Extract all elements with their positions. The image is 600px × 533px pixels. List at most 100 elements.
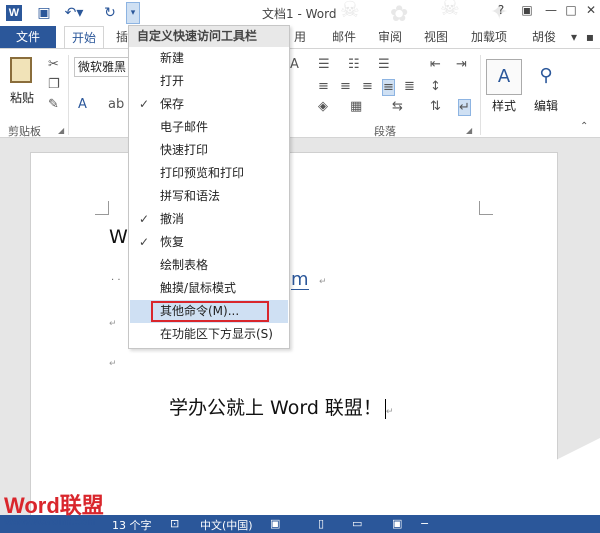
bullets-icon[interactable]: ☰ bbox=[318, 57, 330, 72]
menu-item-show-below-ribbon[interactable]: 在功能区下方显示(S) bbox=[130, 323, 288, 346]
redo-icon[interactable]: ↻ bbox=[100, 3, 120, 23]
macro-icon[interactable]: ▣ bbox=[270, 517, 280, 530]
paste-icon[interactable] bbox=[10, 57, 32, 83]
tab-mailings[interactable]: 邮件 bbox=[326, 26, 362, 48]
checkmark-icon: ✓ bbox=[139, 235, 150, 249]
copy-icon[interactable]: ❐ bbox=[48, 77, 60, 92]
multilevel-list-icon[interactable]: ☰ bbox=[378, 57, 390, 72]
tab-references[interactable]: 用 bbox=[290, 26, 310, 48]
cut-icon[interactable]: ✂ bbox=[48, 57, 59, 72]
chinese-layout-icon[interactable]: ⇆ bbox=[392, 99, 403, 114]
tab-view[interactable]: 视图 bbox=[418, 26, 454, 48]
show-marks-icon[interactable]: ↵ bbox=[458, 99, 471, 116]
menu-item-label: 撤消 bbox=[160, 212, 185, 226]
paragraph-mark: ↵ bbox=[319, 277, 327, 287]
site-watermark: Word联盟 www.wordlm.com bbox=[4, 488, 104, 528]
checkmark-icon: ✓ bbox=[139, 212, 150, 226]
shading-icon[interactable]: ◈ bbox=[318, 99, 328, 114]
menu-item-quick-print[interactable]: 快速打印 bbox=[130, 139, 288, 162]
menu-item-more-commands[interactable]: 其他命令(M)... bbox=[130, 300, 288, 323]
menu-item-touch-mode[interactable]: 触摸/鼠标模式 bbox=[130, 277, 288, 300]
menu-item-redo[interactable]: ✓ 恢复 bbox=[130, 231, 288, 254]
decrease-indent-icon[interactable]: ⇤ bbox=[430, 57, 441, 72]
menu-item-label: 电子邮件 bbox=[160, 120, 209, 134]
title-bar: ☠ ✿ ☠ ✦ W ▣ ↶▾ ↻ ▾ 文档1 - Word ? ▣ — □ ✕ bbox=[0, 0, 600, 26]
document-text-fragment[interactable]: W bbox=[109, 226, 128, 248]
ribbon: 粘贴 ✂ ❐ ✎ 剪贴板 ◢ 微软雅黑 A ab A ☰ ☷ ☰ ⇤ ⇥ ≡ ≡… bbox=[0, 48, 600, 138]
highlight-box bbox=[151, 301, 269, 322]
watermark-url: www.wordlm.com bbox=[4, 516, 98, 528]
highlight-icon[interactable]: ab bbox=[108, 97, 124, 112]
tab-review[interactable]: 审阅 bbox=[372, 26, 408, 48]
account-dropdown-icon[interactable]: ▾ bbox=[568, 26, 580, 48]
undo-icon[interactable]: ↶▾ bbox=[62, 3, 86, 23]
language-indicator[interactable]: 中文(中国) bbox=[200, 517, 253, 533]
tab-home[interactable]: 开始 bbox=[64, 26, 104, 48]
customize-qat-dropdown-button[interactable]: ▾ bbox=[126, 2, 140, 24]
line-spacing-icon[interactable]: ↕ bbox=[430, 79, 441, 94]
document-area[interactable]: W · · m ↵ ↵ ↵ 学办公就上 Word 联盟！ ↵ bbox=[0, 138, 600, 515]
read-mode-icon[interactable]: ▯ bbox=[318, 517, 324, 530]
justify-icon[interactable]: ≡ bbox=[382, 79, 395, 96]
borders-icon[interactable]: ▦ bbox=[350, 99, 362, 114]
menu-item-spelling[interactable]: 拼写和语法 bbox=[130, 185, 288, 208]
tab-addins[interactable]: 加载项 bbox=[466, 26, 512, 48]
distributed-icon[interactable]: ≣ bbox=[404, 79, 415, 94]
tab-file[interactable]: 文件 bbox=[0, 26, 56, 48]
margin-corner-mark bbox=[479, 201, 493, 215]
menu-item-save[interactable]: ✓ 保存 bbox=[130, 93, 288, 116]
font-name-input[interactable]: 微软雅黑 bbox=[74, 57, 130, 77]
collapse-ribbon-icon[interactable]: ⌃ bbox=[580, 121, 588, 132]
numbering-icon[interactable]: ☷ bbox=[348, 57, 360, 72]
ribbon-options-button[interactable]: ▣ bbox=[516, 3, 538, 17]
editing-button-label[interactable]: 编辑 bbox=[526, 97, 566, 114]
web-layout-icon[interactable]: ▣ bbox=[392, 517, 402, 530]
menu-item-undo[interactable]: ✓ 撤消 bbox=[130, 208, 288, 231]
restore-button[interactable]: □ bbox=[560, 3, 582, 17]
margin-corner-mark bbox=[95, 201, 109, 215]
zoom-out-icon[interactable]: − bbox=[420, 517, 429, 530]
paragraph-group-label: 段落 bbox=[374, 125, 396, 138]
menu-item-email[interactable]: 电子邮件 bbox=[130, 116, 288, 139]
paragraph-launcher-icon[interactable]: ◢ bbox=[466, 126, 472, 135]
print-layout-icon[interactable]: ▭ bbox=[352, 517, 362, 530]
binoculars-icon[interactable]: ⚲ bbox=[528, 59, 564, 95]
align-center-icon[interactable]: ≡ bbox=[340, 79, 351, 94]
menu-item-label: 保存 bbox=[160, 97, 185, 111]
align-left-icon[interactable]: ≡ bbox=[318, 79, 329, 94]
word-count[interactable]: 13 个字 bbox=[112, 517, 152, 533]
minimize-button[interactable]: — bbox=[540, 3, 562, 17]
clipboard-launcher-icon[interactable]: ◢ bbox=[58, 126, 64, 135]
help-button[interactable]: ? bbox=[490, 3, 512, 17]
document-link-fragment[interactable]: m bbox=[291, 271, 309, 290]
menu-item-draw-table[interactable]: 绘制表格 bbox=[130, 254, 288, 277]
close-button[interactable]: ✕ bbox=[580, 3, 600, 17]
window-title: 文档1 - Word bbox=[262, 7, 337, 21]
sort-icon[interactable]: ⇅ bbox=[430, 99, 441, 114]
menu-item-print-preview[interactable]: 打印预览和打印 bbox=[130, 162, 288, 185]
menu-item-open[interactable]: 打开 bbox=[130, 70, 288, 93]
paragraph-mark: ↵ bbox=[109, 319, 117, 329]
proofing-icon[interactable]: ⊡ bbox=[170, 517, 179, 530]
ribbon-tabs: 文件 开始 插 用 邮件 审阅 视图 加载项 胡俊 ▾ ▪ bbox=[0, 26, 600, 48]
increase-indent-icon[interactable]: ⇥ bbox=[456, 57, 467, 72]
styles-button-label[interactable]: 样式 bbox=[484, 97, 524, 114]
menu-item-new[interactable]: 新建 bbox=[130, 47, 288, 70]
clear-format-icon[interactable]: A bbox=[290, 57, 299, 72]
menu-item-label: 打印预览和打印 bbox=[160, 166, 245, 180]
menu-item-label: 打开 bbox=[160, 74, 185, 88]
menu-item-label: 快速打印 bbox=[160, 143, 209, 157]
paste-button-label[interactable]: 粘贴 bbox=[10, 89, 34, 106]
styles-icon[interactable]: A bbox=[486, 59, 522, 95]
save-icon[interactable]: ▣ bbox=[34, 3, 54, 23]
word-app-icon[interactable]: W bbox=[6, 5, 22, 21]
align-right-icon[interactable]: ≡ bbox=[362, 79, 373, 94]
user-avatar[interactable]: ▪ bbox=[582, 26, 598, 48]
text-effects-icon[interactable]: A bbox=[78, 97, 87, 112]
document-dots: · · bbox=[111, 275, 121, 286]
document-main-text[interactable]: 学办公就上 Word 联盟！ ↵ bbox=[169, 393, 393, 420]
user-account[interactable]: 胡俊 bbox=[524, 26, 564, 48]
checkmark-icon: ✓ bbox=[139, 97, 150, 111]
format-painter-icon[interactable]: ✎ bbox=[48, 97, 59, 112]
page-curl bbox=[410, 438, 600, 515]
